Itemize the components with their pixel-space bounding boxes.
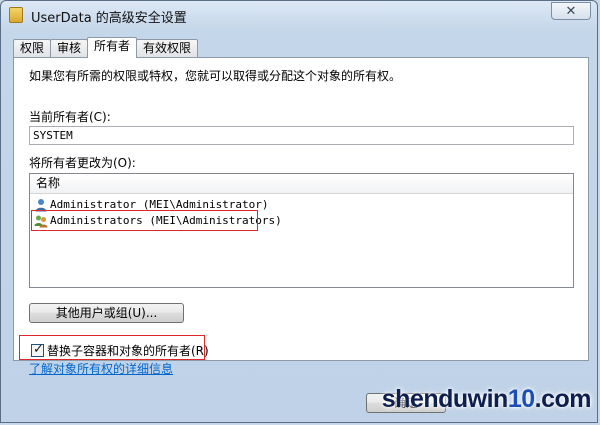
current-owner-field[interactable]: SYSTEM [29, 126, 574, 145]
title-bar[interactable]: UserData 的高级安全设置 ✕ [1, 1, 597, 29]
site-watermark: shenduwin10.com [381, 385, 592, 414]
learn-more-link[interactable]: 了解对象所有权的详细信息 [29, 360, 173, 377]
current-owner-label: 当前所有者(C): [29, 110, 111, 124]
window-title: UserData 的高级安全设置 [31, 11, 187, 26]
owner-tab-panel: 如果您有所需的权限或特权，您就可以取得或分配这个对象的所有权。 当前所有者(C)… [13, 57, 589, 376]
column-header-name[interactable]: 名称 [30, 174, 573, 194]
watermark-number: 10 [507, 385, 535, 413]
dialog-window: UserData 的高级安全设置 ✕ 权限 审核 所有者 有效权限 如果您有所需… [0, 0, 598, 423]
intro-text: 如果您有所需的权限或特权，您就可以取得或分配这个对象的所有权。 [29, 69, 402, 83]
other-users-or-groups-button[interactable]: 其他用户或组(U)... [29, 303, 184, 323]
tab-owner[interactable]: 所有者 [87, 37, 138, 58]
watermark-brand: shenduwin [381, 385, 509, 413]
tab-effective-permissions[interactable]: 有效权限 [136, 39, 199, 57]
tab-strip: 权限 审核 所有者 有效权限 [13, 37, 199, 58]
watermark-tld: .com [534, 385, 592, 413]
close-button[interactable]: ✕ [551, 2, 591, 20]
change-owner-label: 将所有者更改为(O): [29, 156, 136, 170]
highlight-box-replace-owner [19, 335, 205, 360]
folder-icon [9, 7, 23, 23]
tab-auditing[interactable]: 审核 [50, 39, 89, 57]
tab-permissions[interactable]: 权限 [13, 39, 52, 57]
close-icon: ✕ [565, 4, 577, 19]
highlight-box-administrators [31, 210, 258, 231]
